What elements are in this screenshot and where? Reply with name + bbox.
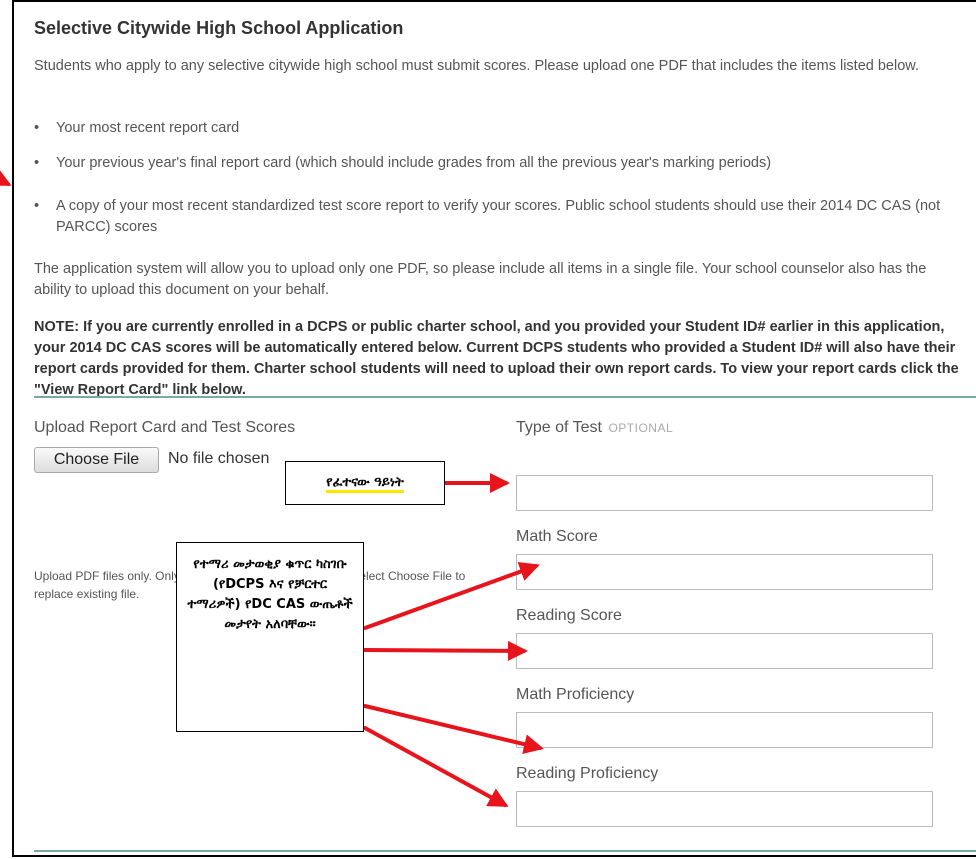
- callout-test-type: የፈተናው ዓይነት: [285, 461, 445, 505]
- annotation-arrows: [0, 167, 544, 807]
- arrow-to-math-score: [363, 562, 540, 630]
- arrow-to-reading-proficiency: [363, 726, 509, 807]
- arrow-left-edge: [0, 167, 12, 186]
- arrow-to-reading-score: [363, 640, 528, 661]
- callout-scores-note: የተማሪ መታወቂያ ቁጥር ካስገቡ (የDCPS እና የቻርተር ተማሪዎ…: [176, 542, 364, 732]
